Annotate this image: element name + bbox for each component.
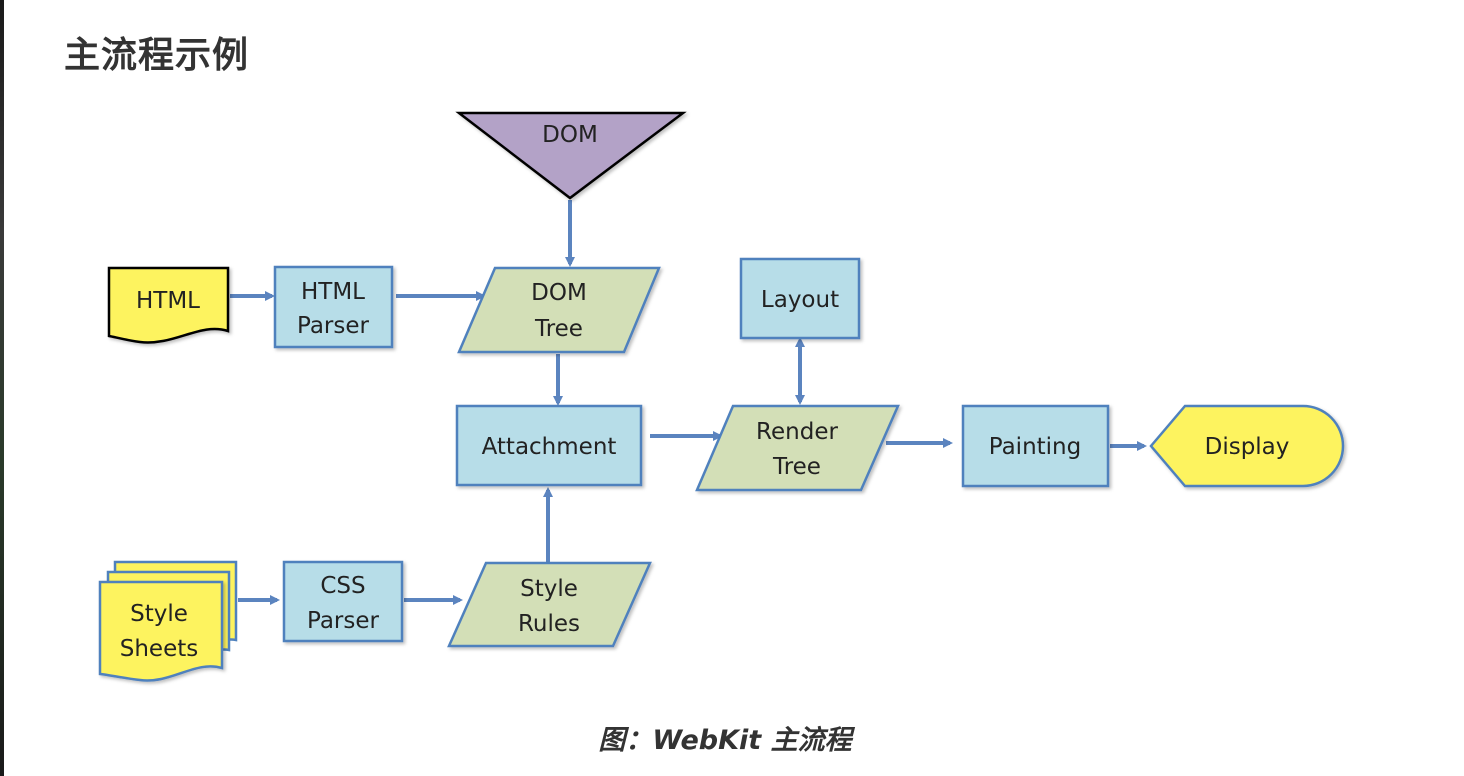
node-html: HTML — [107, 266, 230, 344]
node-painting-label: Painting — [989, 434, 1081, 460]
node-dom-tree-line2: Tree — [534, 316, 583, 342]
node-html-parser-line1: HTML — [301, 279, 365, 305]
node-layout-label: Layout — [761, 287, 839, 313]
node-painting: Painting — [961, 404, 1110, 488]
node-dom-tree: DOM Tree — [457, 266, 661, 354]
node-display: Display — [1149, 404, 1345, 488]
node-style-rules-line2: Rules — [518, 611, 580, 637]
node-render-tree-line2: Tree — [772, 454, 821, 480]
webkit-flow-diagram: DOM HTML HTML Parser DOM Tree Layout Att… — [98, 111, 1345, 682]
node-layout: Layout — [739, 257, 861, 340]
node-dom: DOM — [455, 111, 687, 200]
node-style-sheets-line1: Style — [130, 601, 188, 627]
connectors — [230, 200, 1147, 605]
node-html-parser-line2: Parser — [297, 313, 370, 339]
node-style-sheets: Style Sheets — [98, 560, 238, 682]
node-css-parser-line2: Parser — [307, 608, 380, 634]
node-render-tree: Render Tree — [695, 404, 900, 492]
node-style-rules-line1: Style — [520, 576, 578, 602]
node-style-rules: Style Rules — [447, 561, 652, 648]
node-display-label: Display — [1205, 434, 1290, 460]
node-css-parser: CSS Parser — [282, 560, 404, 643]
node-dom-tree-line1: DOM — [531, 280, 587, 306]
node-style-sheets-line2: Sheets — [120, 636, 198, 662]
diagram-caption: 图：WebKit 主流程 — [598, 725, 852, 756]
node-html-parser: HTML Parser — [273, 265, 394, 349]
node-attachment: Attachment — [455, 404, 643, 487]
node-html-label: HTML — [136, 288, 200, 314]
node-attachment-label: Attachment — [482, 434, 617, 460]
node-css-parser-line1: CSS — [320, 573, 365, 599]
node-render-tree-line1: Render — [756, 419, 838, 445]
node-dom-label: DOM — [542, 122, 598, 148]
